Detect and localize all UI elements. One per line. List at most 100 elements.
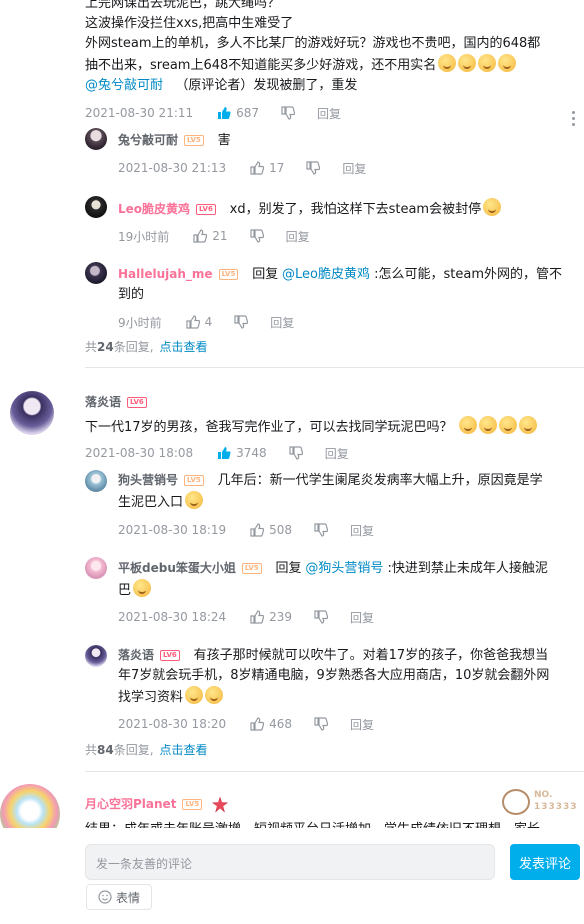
username[interactable]: 狗头营销号 — [118, 473, 178, 487]
reply-count: 84 — [97, 743, 114, 757]
thumb-up-icon — [250, 161, 265, 175]
reply-button[interactable]: 回复 — [317, 105, 341, 122]
dog-emoji-icon — [518, 416, 537, 434]
comment-input-bar: 发一条友善的评论 发表评论 表情 — [0, 828, 584, 924]
reply-row: 兔兮敲可耐 LV5 害 — [118, 131, 231, 151]
summary-prefix: 共 — [85, 340, 98, 354]
mention-link[interactable]: @兔兮敲可耐 — [85, 78, 163, 93]
like-button[interactable]: 17 — [250, 161, 284, 175]
comment-header: 月心空羽Planet LV5 — [85, 795, 229, 813]
comment-line: @兔兮敲可耐 （原评论者）发现被删了，重发 — [85, 76, 574, 96]
dog-emoji-icon — [185, 686, 204, 704]
reply-row: 落炎语 LV6 有孩子那时候就可以吹牛了。对着17岁的孩子，你爸爸我想当 年7岁就… — [118, 644, 580, 708]
avatar[interactable] — [10, 391, 54, 435]
comment-body: 上完网课出去玩泥巴，跳大绳吗？ 这波操作没拦住xxs,把高中生难受了 外网ste… — [85, 0, 574, 96]
comment-meta: 2021-08-30 18:08 3748 回复 — [85, 443, 349, 463]
comment-input[interactable]: 发一条友善的评论 — [85, 844, 495, 880]
comment-text: 下一代17岁的男孩，爸我写完作业了，可以去找同学玩泥巴吗？ — [85, 420, 453, 435]
mention-link[interactable]: @狗头营销号 — [305, 561, 383, 576]
reply-text-line: 生泥巴入口 — [118, 491, 580, 513]
like-button[interactable]: 4 — [186, 315, 212, 329]
level-badge: LV5 — [184, 475, 204, 486]
avatar[interactable] — [85, 262, 107, 284]
username[interactable]: 平板debu笨蛋大小姐 — [118, 561, 236, 575]
avatar[interactable] — [85, 128, 107, 150]
level-badge: LV5 — [218, 269, 239, 280]
dog-emoji-icon — [478, 416, 497, 434]
reply-button[interactable]: 回复 — [350, 522, 374, 539]
thumb-down-icon — [314, 717, 329, 731]
avatar[interactable] — [85, 196, 107, 218]
reply-meta: 9小时前 4 回复 — [118, 312, 294, 332]
avatar[interactable] — [85, 470, 107, 492]
emoji-icon — [483, 198, 502, 216]
like-button[interactable]: 508 — [250, 523, 292, 537]
reply-meta: 2021-08-30 18:24 239 回复 — [118, 607, 374, 627]
emoji-icon — [458, 54, 477, 72]
avatar[interactable] — [85, 645, 107, 667]
badge-label: NO. — [534, 790, 553, 800]
reply-row: Leo脆皮黄鸡 LV6 xd，别发了，我怕这样下去steam会被封停 — [118, 198, 502, 220]
submit-comment-button[interactable]: 发表评论 — [510, 844, 580, 880]
dislike-button[interactable] — [249, 229, 264, 243]
summary-suffix: 条回复, — [113, 743, 154, 757]
like-button[interactable]: 687 — [217, 106, 259, 120]
emoji-label: 表情 — [115, 890, 140, 905]
smile-icon — [98, 890, 112, 904]
dislike-button[interactable] — [289, 446, 303, 460]
emoji-button[interactable]: 表情 — [86, 884, 152, 910]
thumb-down-icon — [234, 315, 249, 329]
dog-emoji-icon — [185, 491, 204, 509]
reply-time: 19小时前 — [118, 229, 170, 244]
reply-button[interactable]: 回复 — [350, 609, 374, 626]
dog-emoji-icon — [498, 416, 517, 434]
level-badge: LV6 — [196, 204, 216, 215]
dislike-button[interactable] — [234, 315, 249, 329]
view-replies-link[interactable]: 点击查看 — [160, 340, 208, 354]
reply-text: 几年后：新一代学生阑尾炎发病率大幅上升，原因竟是学 — [217, 473, 543, 488]
reply-text: :怎么可能，steam外网的，管不 — [370, 267, 563, 282]
reply-row: Hallelujah_me LV5 回复 @Leo脆皮黄鸡 :怎么可能，steam… — [118, 263, 580, 305]
reply-meta: 2021-08-30 18:20 468 回复 — [118, 714, 374, 734]
username[interactable]: Hallelujah_me — [118, 267, 213, 281]
username[interactable]: Leo脆皮黄鸡 — [118, 202, 190, 216]
reply-button[interactable]: 回复 — [342, 160, 366, 177]
thumb-up-icon — [250, 717, 265, 731]
like-button[interactable]: 21 — [193, 229, 228, 243]
view-replies-link[interactable]: 点击查看 — [160, 743, 208, 757]
dislike-button[interactable] — [314, 610, 329, 624]
like-count: 3748 — [236, 446, 267, 460]
like-button[interactable]: 3748 — [217, 446, 267, 460]
reply-text: 有孩子那时候就可以吹牛了。对着17岁的孩子，你爸爸我想当 — [193, 648, 549, 663]
emoji-icon — [438, 54, 457, 72]
reply-meta: 2021-08-30 18:19 508 回复 — [118, 520, 374, 540]
reply-button[interactable]: 回复 — [350, 716, 374, 733]
username[interactable]: 月心空羽Planet — [85, 797, 176, 811]
username[interactable]: 落炎语 — [85, 395, 121, 409]
username[interactable]: 兔兮敲可耐 — [118, 133, 178, 147]
dislike-button[interactable] — [306, 161, 321, 175]
thumb-up-icon — [250, 523, 265, 537]
reply-button[interactable]: 回复 — [325, 445, 349, 462]
mention-link[interactable]: @Leo脆皮黄鸡 — [282, 267, 370, 282]
like-button[interactable]: 239 — [250, 610, 292, 624]
dislike-button[interactable] — [314, 523, 329, 537]
avatar[interactable] — [85, 557, 107, 579]
like-button[interactable]: 468 — [250, 717, 292, 731]
like-count: 468 — [269, 717, 293, 731]
reply-count: 24 — [97, 340, 114, 354]
dislike-button[interactable] — [281, 106, 296, 120]
dislike-button[interactable] — [314, 717, 329, 731]
reply-text-line: 找学习资料 — [118, 686, 580, 708]
bear-icon — [502, 789, 530, 815]
thumb-up-icon — [186, 315, 200, 329]
more-options-icon[interactable] — [572, 111, 576, 126]
dog-emoji-icon — [205, 686, 224, 704]
medal-icon — [212, 796, 229, 813]
reply-row: 狗头营销号 LV5 几年后：新一代学生阑尾炎发病率大幅上升，原因竟是学 生泥巴入口 — [118, 469, 580, 513]
reply-button[interactable]: 回复 — [270, 314, 294, 331]
thumb-up-filled-icon — [218, 447, 231, 459]
username[interactable]: 落炎语 — [118, 648, 154, 662]
reply-time: 2021-08-30 21:13 — [118, 161, 227, 175]
reply-button[interactable]: 回复 — [286, 228, 310, 245]
